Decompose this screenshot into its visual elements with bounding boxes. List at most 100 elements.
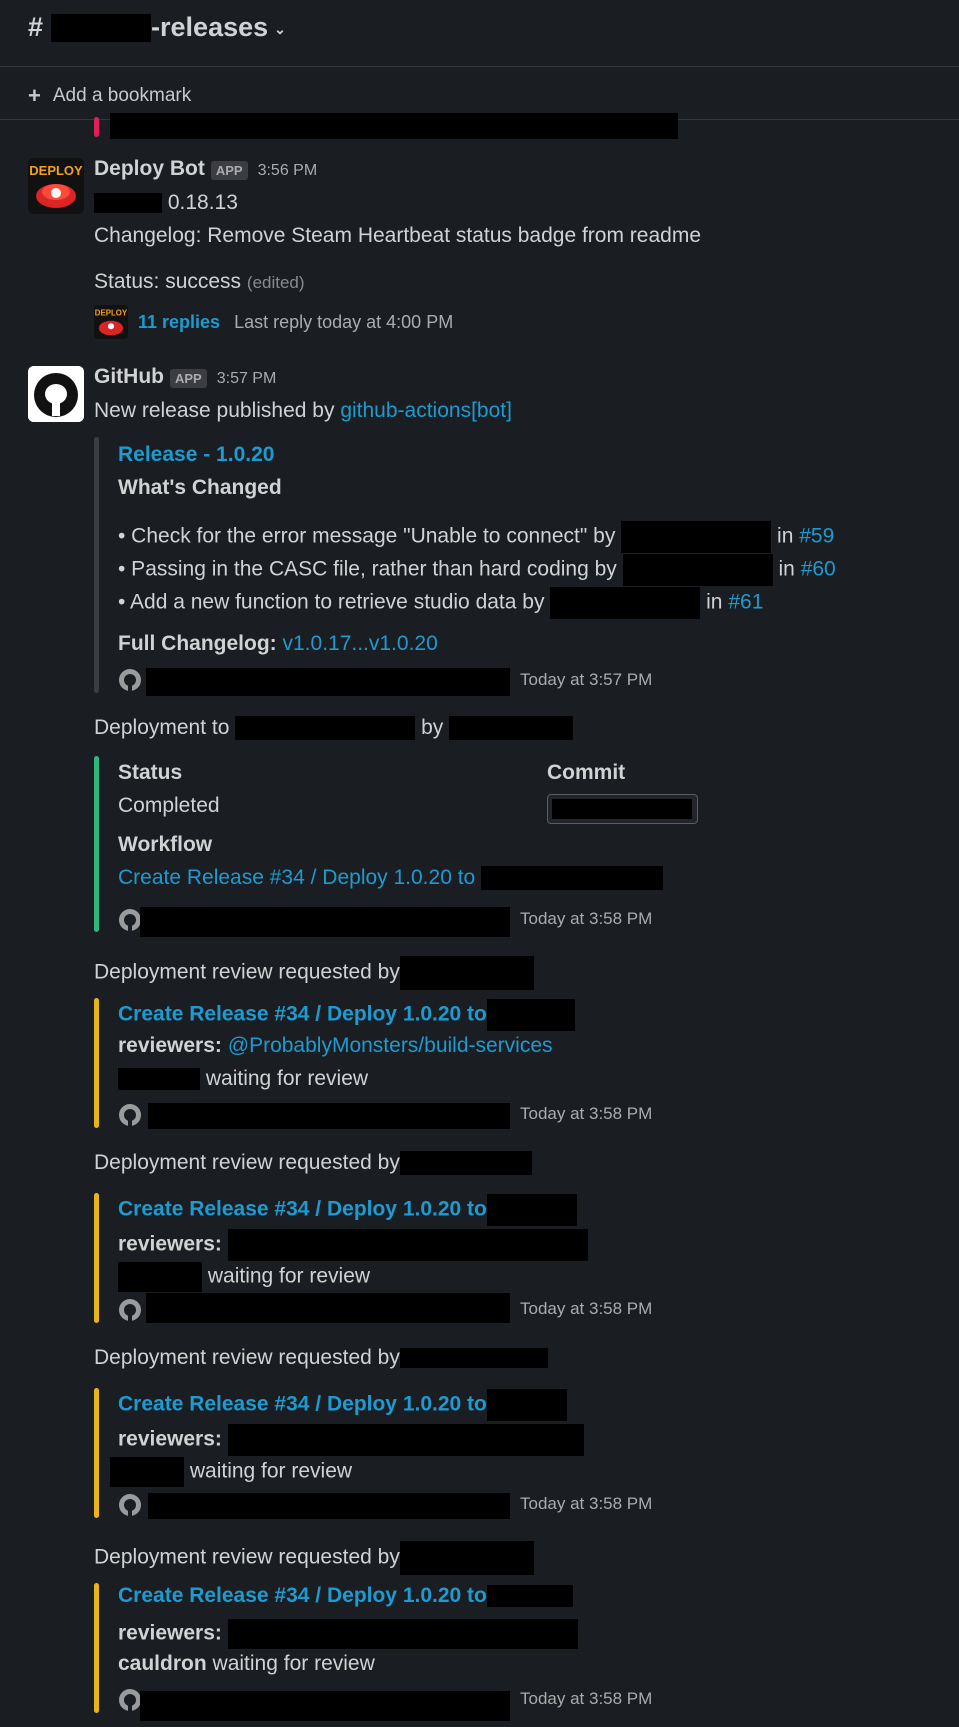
full-changelog-line: Full Changelog: v1.0.17...v1.0.20 (118, 632, 438, 656)
timestamp[interactable]: 3:57 PM (217, 370, 277, 387)
review-heading-text: Deployment review requested by (94, 1545, 400, 1569)
in-text: in (777, 524, 794, 548)
pr-link[interactable]: #59 (799, 525, 834, 548)
status-label: Status (118, 761, 183, 784)
redacted-block (148, 1493, 510, 1519)
reviewers-line: reviewers: (118, 1619, 578, 1649)
github-icon (119, 1494, 141, 1517)
footer-timestamp[interactable]: Today at 3:58 PM (520, 1689, 652, 1709)
review-heading: Deployment review requested by (94, 1151, 532, 1176)
review-link-line: Create Release #34 / Deploy 1.0.20 to (118, 999, 575, 1031)
sender-name[interactable]: Deploy Bot (94, 157, 205, 180)
status-text: Status: success (94, 270, 242, 293)
deploy-bot-header: Deploy Bot APP 3:56 PM (94, 157, 317, 181)
attachment-bar (94, 998, 99, 1128)
deploy-bot-avatar[interactable]: DEPLOY (28, 158, 84, 214)
redacted-block (140, 907, 510, 937)
redacted-block (146, 1293, 510, 1323)
footer-timestamp[interactable]: Today at 3:58 PM (520, 1104, 652, 1124)
footer-timestamp[interactable]: Today at 3:58 PM (520, 1299, 652, 1319)
redacted-block (399, 1541, 534, 1575)
channel-title[interactable]: # -releases ⌄ (28, 12, 286, 43)
change-item: • Check for the error message "Unable to… (118, 521, 834, 553)
redacted-block (235, 716, 416, 741)
pr-link[interactable]: #61 (728, 591, 763, 614)
app-badge: APP (210, 161, 248, 181)
review-link[interactable]: Create Release #34 / Deploy 1.0.20 to (118, 1393, 487, 1416)
version-line: 0.18.13 (94, 191, 238, 215)
waiting-line: waiting for review (110, 1457, 352, 1487)
add-bookmark-label: Add a bookmark (52, 85, 192, 106)
redacted-block (140, 1691, 510, 1721)
status-line: Status: success (edited) (94, 270, 305, 294)
redacted-block (552, 799, 692, 819)
app-badge: APP (169, 369, 207, 389)
github-icon (119, 1299, 141, 1322)
reviewers-label: reviewers: (118, 1621, 222, 1645)
add-bookmark-button[interactable]: + Add a bookmark (28, 83, 191, 109)
sender-name[interactable]: GitHub (94, 365, 164, 388)
footer-timestamp[interactable]: Today at 3:58 PM (520, 909, 652, 929)
attachment-bar (94, 1583, 99, 1713)
plus-icon: + (28, 83, 41, 108)
deploy-logo-icon: DEPLOY (28, 158, 84, 214)
workflow-link[interactable]: Create Release #34 / Deploy 1.0.20 to (118, 866, 475, 889)
replies-link[interactable]: 11 replies (138, 312, 220, 333)
reviewers-label: reviewers: (118, 1427, 222, 1451)
waiting-line: waiting for review (118, 1067, 368, 1091)
redacted-block (94, 193, 162, 214)
waiting-line: waiting for review (118, 1262, 370, 1292)
full-changelog-link[interactable]: v1.0.17...v1.0.20 (283, 632, 438, 655)
review-link[interactable]: Create Release #34 / Deploy 1.0.20 to (118, 1584, 487, 1607)
footer-timestamp[interactable]: Today at 3:57 PM (520, 670, 652, 690)
redacted-block (227, 1229, 588, 1261)
thread-summary[interactable]: DEPLOY 11 replies Last reply today at 4:… (94, 305, 453, 339)
attachment-bar (94, 117, 99, 137)
github-icon (28, 366, 84, 422)
in-text: in (778, 557, 795, 581)
redacted-block (227, 1619, 578, 1649)
waiting-text: waiting for review (189, 1459, 353, 1483)
whats-changed-heading: What's Changed (118, 476, 282, 499)
review-link-line: Create Release #34 / Deploy 1.0.20 to (118, 1389, 567, 1421)
reviewers-link[interactable]: @ProbablyMonsters/build-services (228, 1034, 553, 1057)
redacted-block (51, 13, 152, 42)
redacted-block (118, 1068, 200, 1091)
published-line: New release published by github-actions[… (94, 399, 512, 423)
review-link[interactable]: Create Release #34 / Deploy 1.0.20 to (118, 1003, 487, 1026)
github-icon (119, 1689, 141, 1712)
timestamp[interactable]: 3:56 PM (258, 162, 318, 179)
change-item-text: • Passing in the CASC file, rather than … (118, 557, 617, 581)
channel-header: # -releases ⌄ (0, 0, 959, 67)
github-avatar[interactable] (28, 366, 84, 422)
github-header: GitHub APP 3:57 PM (94, 365, 276, 389)
release-title-link[interactable]: Release - 1.0.20 (118, 443, 274, 467)
redacted-block (486, 1585, 573, 1608)
review-heading-text: Deployment review requested by (94, 1346, 400, 1369)
changelog-text: Changelog: Remove Steam Heartbeat status… (94, 224, 702, 247)
review-heading: Deployment review requested by (94, 1541, 534, 1575)
deployment-line: Deployment to by (94, 716, 574, 741)
commit-label: Commit (547, 761, 626, 784)
review-heading: Deployment review requested by (94, 956, 534, 990)
attachment-bar (94, 437, 99, 693)
redacted-block (622, 554, 773, 586)
redacted-block (550, 587, 701, 619)
pr-link[interactable]: #60 (801, 558, 836, 581)
attachment-bar (94, 1193, 99, 1323)
github-icon (119, 1104, 141, 1127)
reviewers-label: reviewers: (118, 1232, 222, 1256)
commit-hash[interactable] (547, 794, 698, 824)
published-by-link[interactable]: github-actions[bot] (340, 399, 512, 422)
review-link[interactable]: Create Release #34 / Deploy 1.0.20 to (118, 1198, 487, 1221)
waiting-text: waiting for review (207, 1264, 371, 1288)
github-icon (119, 669, 141, 692)
attachment-bar (94, 1388, 99, 1518)
review-link-line: Create Release #34 / Deploy 1.0.20 to (118, 1584, 573, 1608)
deploy-logo-icon: DEPLOY (94, 305, 128, 339)
reply-avatar: DEPLOY (94, 305, 128, 339)
redacted-block (399, 956, 534, 990)
change-item: • Add a new function to retrieve studio … (118, 587, 763, 619)
footer-timestamp[interactable]: Today at 3:58 PM (520, 1494, 652, 1514)
full-changelog-label: Full Changelog: (118, 632, 277, 655)
